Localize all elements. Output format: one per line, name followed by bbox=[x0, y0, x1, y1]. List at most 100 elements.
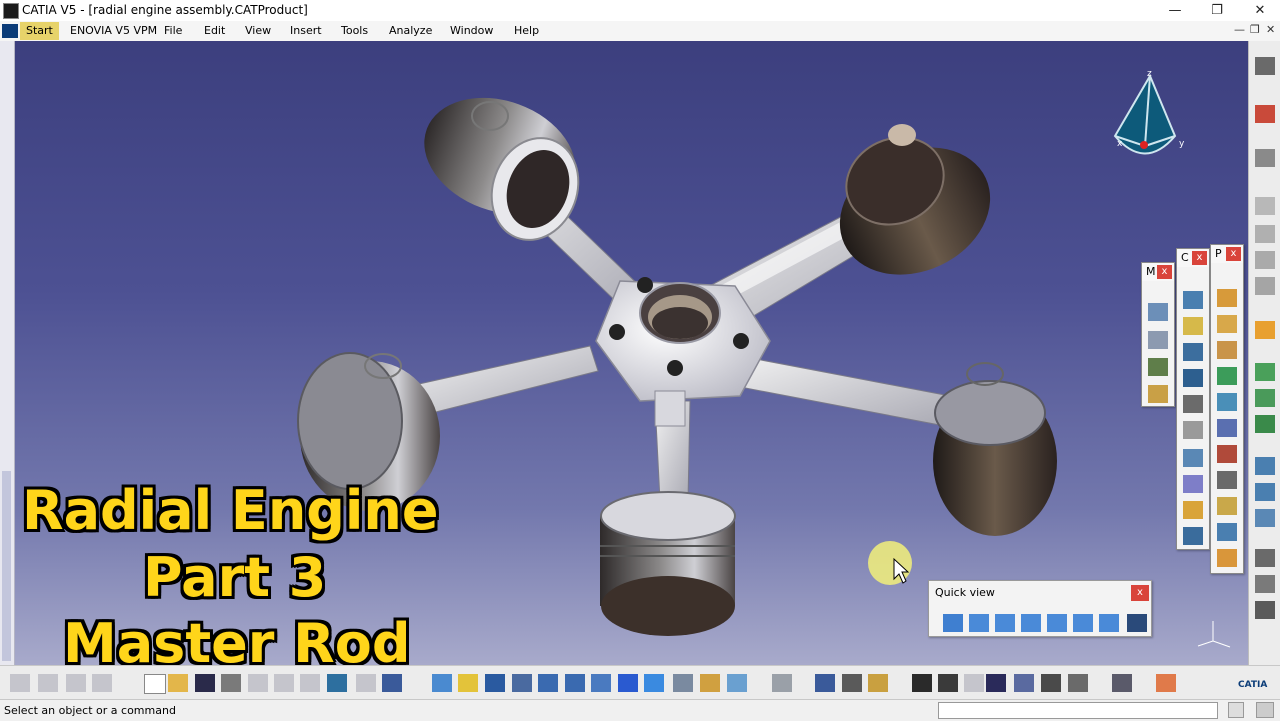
selective-load-icon[interactable] bbox=[1217, 471, 1237, 489]
named-views-icon[interactable] bbox=[1127, 614, 1147, 632]
power-input-icon[interactable] bbox=[1256, 702, 1274, 718]
command-input[interactable] bbox=[938, 702, 1218, 719]
move-tool-icon[interactable] bbox=[1148, 358, 1168, 376]
isometric-view-icon[interactable] bbox=[943, 614, 963, 632]
menu-tools[interactable]: Tools bbox=[341, 24, 368, 37]
minimize-button[interactable]: — bbox=[1155, 0, 1195, 21]
menu-view[interactable]: View bbox=[245, 24, 271, 37]
isometric-view-icon[interactable] bbox=[644, 674, 664, 692]
existing-component-icon[interactable] bbox=[1217, 367, 1237, 385]
quick-view-toolbar[interactable]: Quick view x bbox=[928, 580, 1152, 637]
manipulate-icon[interactable] bbox=[815, 674, 835, 692]
open-folder-icon[interactable] bbox=[168, 674, 188, 692]
bottom-toolbar[interactable]: CATIA bbox=[0, 665, 1280, 700]
catalog-icon[interactable] bbox=[1255, 225, 1275, 243]
mdi-minimize-button[interactable]: — bbox=[1234, 23, 1245, 36]
manipulation-icon[interactable] bbox=[1255, 509, 1275, 527]
graph-tree-reorder-icon[interactable] bbox=[1217, 419, 1237, 437]
replace-component-icon[interactable] bbox=[1217, 393, 1237, 411]
swap-visible-space-icon[interactable] bbox=[727, 674, 747, 692]
component-tool-icon[interactable] bbox=[1148, 331, 1168, 349]
whats-this-icon[interactable] bbox=[382, 674, 402, 692]
back-view-icon[interactable] bbox=[995, 614, 1015, 632]
annotation-icon[interactable] bbox=[1255, 549, 1275, 567]
fix-together-icon[interactable] bbox=[1183, 449, 1203, 467]
right-workbench-toolbar[interactable] bbox=[1248, 41, 1280, 665]
undo-icon[interactable] bbox=[327, 674, 347, 692]
normal-view-icon[interactable] bbox=[591, 674, 611, 692]
explode-tool-icon[interactable] bbox=[842, 674, 862, 692]
manage-representations-icon[interactable] bbox=[1217, 497, 1237, 515]
new-component-icon[interactable] bbox=[1217, 289, 1237, 307]
pan-icon[interactable] bbox=[485, 674, 505, 692]
right-view-icon[interactable] bbox=[1047, 614, 1067, 632]
multi-instantiation-icon[interactable] bbox=[1217, 523, 1237, 541]
zoom-in-icon[interactable] bbox=[538, 674, 558, 692]
hide-show-icon[interactable] bbox=[700, 674, 720, 692]
maximize-button[interactable]: ❐ bbox=[1197, 0, 1237, 21]
fly-mode-icon[interactable] bbox=[432, 674, 452, 692]
fast-multi-instantiation-icon[interactable] bbox=[1217, 549, 1237, 567]
flag-note-icon[interactable] bbox=[1255, 601, 1275, 619]
reuse-pattern-icon[interactable] bbox=[1183, 527, 1203, 545]
compass-widget[interactable] bbox=[1113, 73, 1177, 155]
explode-icon[interactable] bbox=[1255, 483, 1275, 501]
snap-icon[interactable] bbox=[1255, 457, 1275, 475]
new-file-icon[interactable] bbox=[144, 674, 166, 694]
close-button[interactable]: ✕ bbox=[1240, 0, 1280, 21]
toolbar-p[interactable]: P x bbox=[1210, 244, 1244, 574]
rotate-icon[interactable] bbox=[512, 674, 532, 692]
knowledge-icon[interactable] bbox=[938, 674, 958, 692]
mdi-restore-button[interactable]: ❐ bbox=[1250, 23, 1260, 36]
toolbar-c[interactable]: C x bbox=[1176, 248, 1210, 550]
front-view-icon[interactable] bbox=[969, 614, 989, 632]
clash-tool-icon[interactable] bbox=[868, 674, 888, 692]
catalog-browser-icon[interactable] bbox=[1112, 674, 1132, 692]
design-table-icon[interactable] bbox=[986, 674, 1006, 692]
tools-icon[interactable] bbox=[1255, 149, 1275, 167]
menu-help[interactable]: Help bbox=[514, 24, 539, 37]
left-scroll-strip[interactable] bbox=[0, 41, 15, 665]
bottom-view-icon[interactable] bbox=[1099, 614, 1119, 632]
toolbar-p-close-icon[interactable]: x bbox=[1226, 247, 1241, 261]
snap-tool-icon[interactable] bbox=[1148, 385, 1168, 403]
mdi-close-button[interactable]: ✕ bbox=[1266, 23, 1275, 36]
tree-icon[interactable] bbox=[1014, 674, 1034, 692]
lock-icon[interactable] bbox=[964, 674, 984, 692]
menu-enovia[interactable]: ENOVIA V5 VPM bbox=[70, 24, 157, 37]
coincidence-icon[interactable] bbox=[1183, 317, 1203, 335]
angle-icon[interactable] bbox=[1183, 395, 1203, 413]
new-part-icon[interactable] bbox=[1217, 341, 1237, 359]
menu-analyze[interactable]: Analyze bbox=[389, 24, 432, 37]
offset-icon[interactable] bbox=[1183, 369, 1203, 387]
copy-icon[interactable] bbox=[274, 674, 294, 692]
menu-edit[interactable]: Edit bbox=[204, 24, 225, 37]
menu-start[interactable]: Start bbox=[20, 22, 59, 40]
grid-icon[interactable] bbox=[1156, 674, 1176, 692]
multi-view-icon[interactable] bbox=[618, 674, 638, 692]
cut-icon[interactable] bbox=[248, 674, 268, 692]
toolbar-c-close-icon[interactable]: x bbox=[1192, 251, 1207, 265]
product-tool-icon[interactable] bbox=[1148, 303, 1168, 321]
clash-icon[interactable] bbox=[1255, 389, 1275, 407]
sectioning-icon[interactable] bbox=[1255, 277, 1275, 295]
measure-icon[interactable] bbox=[1255, 415, 1275, 433]
parameters-icon[interactable] bbox=[1041, 674, 1061, 692]
update-all-icon[interactable] bbox=[772, 674, 792, 692]
print-icon[interactable] bbox=[221, 674, 241, 692]
toolbar-m[interactable]: M x bbox=[1141, 262, 1175, 407]
quick-view-close-icon[interactable]: x bbox=[1131, 585, 1149, 601]
status-button-icon[interactable] bbox=[1228, 702, 1244, 718]
save-icon[interactable] bbox=[195, 674, 215, 692]
menu-file[interactable]: File bbox=[164, 24, 182, 37]
select-arrow-icon[interactable] bbox=[1255, 321, 1275, 339]
new-product-icon[interactable] bbox=[1217, 315, 1237, 333]
contact-icon[interactable] bbox=[1183, 343, 1203, 361]
apply-material-icon[interactable] bbox=[1255, 197, 1275, 215]
zoom-out-icon[interactable] bbox=[565, 674, 585, 692]
constraint-icon[interactable] bbox=[1183, 291, 1203, 309]
fit-all-icon[interactable] bbox=[458, 674, 478, 692]
scene-icon[interactable] bbox=[1255, 251, 1275, 269]
layers-icon[interactable] bbox=[1068, 674, 1088, 692]
fix-icon[interactable] bbox=[1183, 421, 1203, 439]
